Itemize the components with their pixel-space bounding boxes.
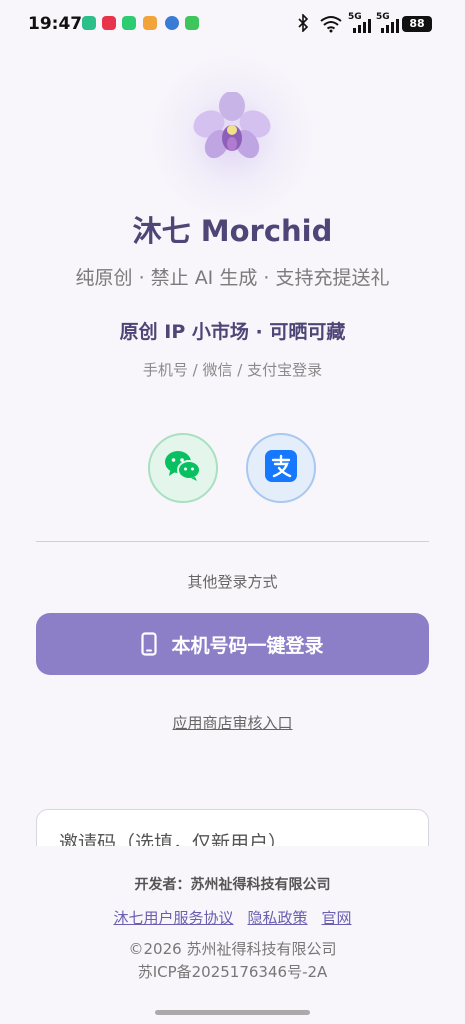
wechat-login-button[interactable] [148, 433, 218, 503]
status-bar: 19:47 5G 5G 88 [0, 0, 465, 50]
footer-links: 沐七用户服务协议 隐私政策 官网 [0, 907, 465, 928]
copyright-text: ©2026 苏州祉得科技有限公司 [128, 940, 337, 958]
official-site-link[interactable]: 官网 [322, 909, 352, 927]
one-click-phone-login-button[interactable]: 本机号码一键登录 [36, 613, 429, 675]
user-agreement-link[interactable]: 沐七用户服务协议 [113, 909, 233, 927]
wifi-icon [319, 15, 343, 37]
bluetooth-icon [297, 13, 309, 36]
phone-login-label: 本机号码一键登录 [171, 634, 324, 657]
other-login-label: 其他登录方式 [187, 573, 278, 591]
orchid-logo-icon [192, 91, 272, 168]
app-notification-icon [122, 16, 136, 30]
signal-icon [352, 18, 372, 37]
status-time: 19:47 [28, 14, 83, 34]
icp-record-text: 苏ICP备2025176346号-2A [137, 963, 328, 981]
phone-icon [141, 632, 158, 656]
alipay-login-button[interactable] [246, 433, 316, 503]
browser-notification-icon [165, 16, 179, 30]
login-methods-text: 手机号 / 微信 / 支付宝登录 [142, 361, 323, 379]
phone-notification-icon [185, 16, 199, 30]
app-store-review-link[interactable]: 应用商店审核入口 [0, 712, 465, 733]
wechat-icon [164, 449, 202, 487]
home-indicator[interactable] [155, 1010, 310, 1015]
app-tagline: 纯原创 · 禁止 AI 生成 · 支持充提送礼 [75, 267, 390, 289]
battery-icon: 88 [402, 16, 432, 32]
app-title: 沐七 Morchid [132, 214, 333, 248]
app-subheading: 原创 IP 小市场 · 可晒可藏 [119, 321, 346, 343]
footer: 开发者：苏州祉得科技有限公司 沐七用户服务协议 隐私政策 官网 ©2026 苏州祉得… [0, 846, 465, 1024]
app-notification-icon [82, 16, 96, 30]
privacy-policy-link[interactable]: 隐私政策 [247, 909, 307, 927]
music-notification-icon [102, 16, 116, 30]
app-notification-icon [143, 16, 157, 30]
alipay-icon [265, 450, 297, 486]
developer-info: 开发者：苏州祉得科技有限公司 [134, 877, 331, 893]
signal-icon [380, 18, 400, 37]
divider [36, 541, 429, 542]
